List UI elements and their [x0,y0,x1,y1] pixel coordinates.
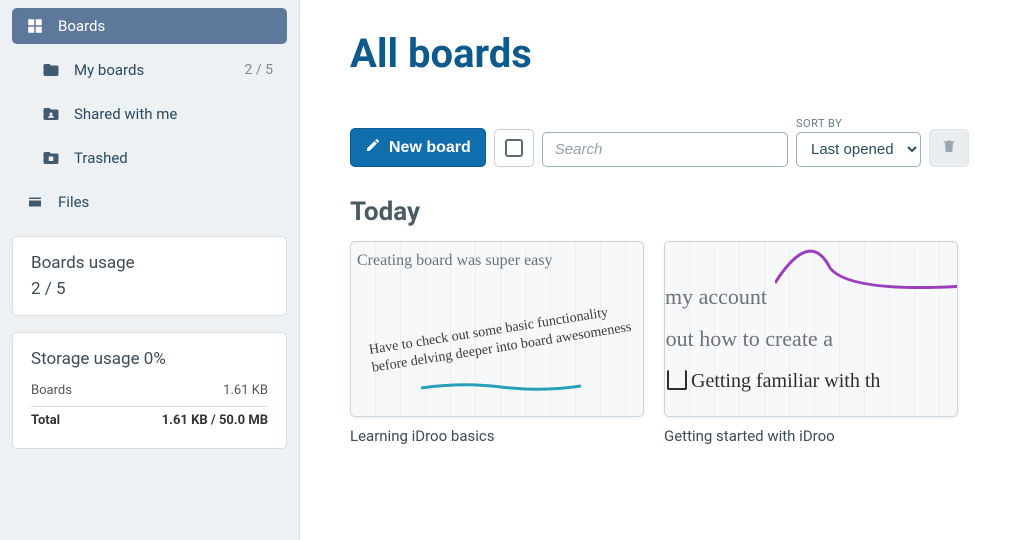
boards-usage-value: 2 / 5 [31,279,268,299]
sort-wrap: SORT BY Last opened [796,117,921,167]
sort-by-label: SORT BY [796,117,921,130]
board-card[interactable]: my account ured out how to create a Gett… [664,241,958,445]
new-board-button[interactable]: New board [350,128,486,167]
sidebar-item-boards[interactable]: Boards [12,8,287,44]
shared-folder-icon [42,105,60,123]
files-icon [26,193,44,211]
dashboard-icon [26,17,44,35]
sidebar-item-files[interactable]: Files [12,184,287,220]
storage-usage-title: Storage usage 0% [31,349,268,369]
sidebar-item-trashed[interactable]: Trashed [12,140,287,176]
underline-stroke [421,382,581,392]
sidebar-item-shared[interactable]: Shared with me [12,96,287,132]
boards-usage-title: Boards usage [31,253,268,273]
storage-row-label: Total [31,413,60,428]
board-card[interactable]: Creating board was super easy Have to ch… [350,241,644,445]
board-caption: Getting started with iDroo [664,427,958,445]
checkbox-icon [505,139,523,157]
sidebar-item-label: Files [58,193,89,211]
select-all-checkbox[interactable] [494,129,534,167]
main-content: All boards New board SORT BY Last opened… [300,0,1019,540]
curve-stroke [775,241,958,298]
toolbar: New board SORT BY Last opened [350,117,969,167]
storage-row-boards: Boards 1.61 KB [31,379,268,402]
trash-icon [941,138,957,158]
section-today-title: Today [350,197,969,227]
sidebar-item-label: Boards [58,17,105,35]
sidebar-item-label: Trashed [74,149,128,167]
storage-row-total: Total 1.61 KB / 50.0 MB [31,406,268,432]
board-thumbnail: Creating board was super easy Have to ch… [350,241,644,417]
thumb-text: Getting familiar with th [691,370,880,393]
thumb-text: ured out how to create a [664,326,833,352]
storage-row-label: Boards [31,383,72,398]
delete-button[interactable] [929,129,969,167]
board-grid: Creating board was super easy Have to ch… [350,241,969,445]
search-input[interactable] [542,132,788,167]
thumb-text: Creating board was super easy [357,252,553,270]
page-title: All boards [350,30,969,77]
sort-select[interactable]: Last opened [796,132,921,167]
trash-folder-icon [42,149,60,167]
new-board-label: New board [389,139,471,157]
storage-row-value: 1.61 KB / 50.0 MB [162,413,268,428]
checkbox-drawing [667,370,687,390]
sidebar-item-label: Shared with me [74,105,177,123]
storage-usage-card: Storage usage 0% Boards 1.61 KB Total 1.… [12,332,287,449]
boards-usage-card: Boards usage 2 / 5 [12,236,287,316]
board-caption: Learning iDroo basics [350,427,644,445]
edit-icon [365,137,381,158]
thumb-text: Have to check out some basic functionali… [368,298,644,378]
storage-row-value: 1.61 KB [223,383,268,398]
sidebar-item-my-boards[interactable]: My boards 2 / 5 [12,52,287,88]
folder-icon [42,61,60,79]
sidebar: Boards My boards 2 / 5 Shared with me Tr… [0,0,300,540]
sidebar-item-label: My boards [74,61,144,79]
sidebar-item-count: 2 / 5 [245,62,273,78]
thumb-text: my account [665,284,767,310]
board-thumbnail: my account ured out how to create a Gett… [664,241,958,417]
